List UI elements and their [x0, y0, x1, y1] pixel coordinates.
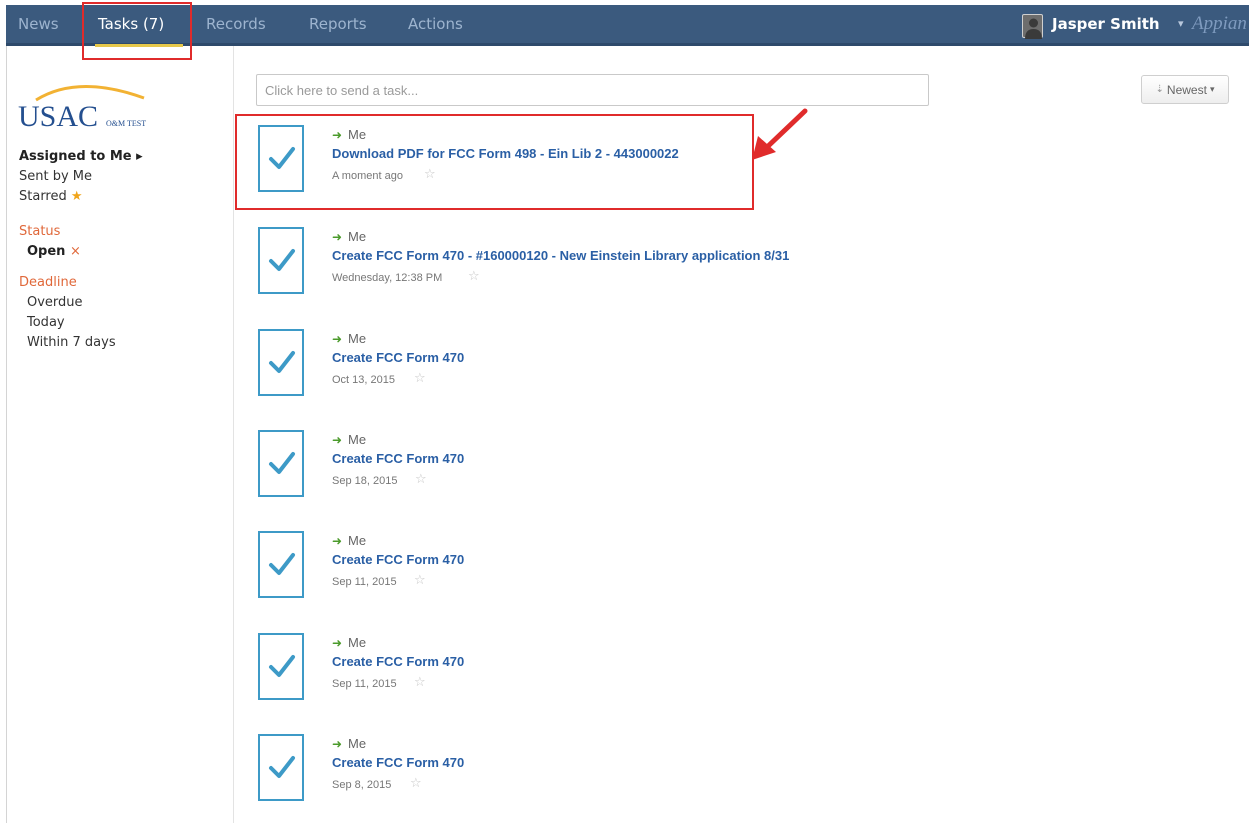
task-title-link[interactable]: Create FCC Form 470	[332, 654, 464, 669]
user-name-menu[interactable]: Jasper Smith	[1052, 5, 1160, 43]
task-check-icon	[258, 430, 306, 498]
chevron-down-icon[interactable]: ▾	[1178, 5, 1184, 43]
task-timestamp: Sep 11, 2015	[332, 576, 397, 588]
task-recipient: Me	[348, 127, 367, 142]
logo-subtext: O&M TEST	[106, 119, 146, 128]
top-nav-bar: News Tasks (7) Records Reports Actions J…	[6, 5, 1249, 47]
task-timestamp: Sep 8, 2015	[332, 779, 392, 791]
star-outline-icon[interactable]: ☆	[414, 573, 426, 588]
task-title-link[interactable]: Create FCC Form 470	[332, 755, 464, 770]
nav-tab-records[interactable]: Records	[206, 5, 266, 43]
task-timestamp: Sep 18, 2015	[332, 475, 398, 487]
user-silhouette-icon	[1025, 18, 1042, 39]
task-recipient: Me	[348, 432, 367, 447]
send-task-input[interactable]	[256, 74, 929, 106]
nav-tab-tasks[interactable]: Tasks (7)	[98, 5, 164, 43]
nav-tab-actions[interactable]: Actions	[408, 5, 463, 43]
task-recipient: Me	[348, 229, 367, 244]
deadline-heading: Deadline	[19, 275, 77, 290]
task-title-link[interactable]: Create FCC Form 470 - #160000120 - New E…	[332, 248, 789, 263]
task-timestamp: Wednesday, 12:38 PM	[332, 272, 443, 284]
task-check-icon	[258, 329, 306, 397]
star-outline-icon[interactable]: ☆	[414, 371, 426, 386]
task-item[interactable]: ➜ Me Create FCC Form 470 - #160000120 - …	[258, 227, 898, 297]
remove-filter-icon[interactable]: ×	[70, 244, 81, 259]
nav-tab-reports[interactable]: Reports	[309, 5, 367, 43]
sort-icon: ⇣	[1155, 84, 1164, 95]
task-check-icon	[258, 227, 306, 295]
status-heading: Status	[19, 224, 61, 239]
chevron-down-icon: ▾	[1209, 84, 1215, 94]
star-outline-icon[interactable]: ☆	[468, 269, 480, 284]
task-timestamp: Oct 13, 2015	[332, 374, 395, 386]
task-title-link[interactable]: Download PDF for FCC Form 498 - Ein Lib …	[332, 146, 679, 161]
star-outline-icon[interactable]: ☆	[424, 167, 436, 182]
task-timestamp: A moment ago	[332, 170, 403, 182]
deadline-within-7-days[interactable]: Within 7 days	[27, 335, 116, 350]
brand-logo: Appian	[1192, 13, 1247, 34]
arrow-right-icon: ➜	[332, 332, 343, 346]
task-check-icon	[258, 531, 306, 599]
usac-logo: USAC O&M TEST	[18, 80, 158, 133]
task-item[interactable]: ➜ Me Create FCC Form 470 Sep 11, 2015 ☆	[258, 633, 898, 703]
status-filter-open[interactable]: Open ×	[27, 244, 81, 259]
arrow-right-icon: ➜	[332, 128, 343, 142]
sort-newest-button[interactable]: ⇣ Newest ▾	[1141, 75, 1229, 104]
arrow-right-icon: ➜	[332, 230, 343, 244]
task-recipient: Me	[348, 635, 367, 650]
task-timestamp: Sep 11, 2015	[332, 678, 397, 690]
avatar[interactable]	[1022, 14, 1043, 39]
arrow-right-icon: ➜	[332, 433, 343, 447]
task-check-icon	[258, 734, 306, 802]
logo-swoosh-icon: USAC O&M TEST	[18, 85, 146, 133]
star-outline-icon[interactable]: ☆	[414, 675, 426, 690]
red-callout-arrow-icon	[752, 108, 808, 160]
filter-starred[interactable]: Starred ★	[19, 189, 83, 204]
filter-sent-by-me[interactable]: Sent by Me	[19, 169, 92, 184]
task-check-icon	[258, 125, 306, 193]
logo-text: USAC	[18, 100, 98, 132]
task-recipient: Me	[348, 533, 367, 548]
nav-tab-news[interactable]: News	[18, 5, 59, 43]
task-item[interactable]: ➜ Me Create FCC Form 470 Sep 8, 2015 ☆	[258, 734, 898, 804]
arrow-right-icon: ➜	[332, 534, 343, 548]
deadline-overdue[interactable]: Overdue	[27, 295, 83, 310]
task-item[interactable]: ➜ Me Create FCC Form 470 Oct 13, 2015 ☆	[258, 329, 898, 399]
task-recipient: Me	[348, 331, 367, 346]
arrow-right-icon: ➜	[332, 737, 343, 751]
task-item[interactable]: ➜ Me Create FCC Form 470 Sep 11, 2015 ☆	[258, 531, 898, 601]
status-filter-open-label: Open	[27, 244, 66, 259]
arrow-right-icon: ➜	[332, 636, 343, 650]
task-title-link[interactable]: Create FCC Form 470	[332, 350, 464, 365]
filter-assigned-to-me[interactable]: Assigned to Me ▸	[19, 149, 143, 164]
task-title-link[interactable]: Create FCC Form 470	[332, 451, 464, 466]
task-item[interactable]: ➜ Me Create FCC Form 470 Sep 18, 2015 ☆	[258, 430, 898, 500]
task-title-link[interactable]: Create FCC Form 470	[332, 552, 464, 567]
sort-label: Newest	[1166, 82, 1207, 97]
star-icon: ★	[70, 189, 83, 204]
filter-starred-label: Starred	[19, 189, 67, 204]
task-check-icon	[258, 633, 306, 701]
star-outline-icon[interactable]: ☆	[415, 472, 427, 487]
deadline-today[interactable]: Today	[27, 315, 65, 330]
task-recipient: Me	[348, 736, 367, 751]
star-outline-icon[interactable]: ☆	[410, 776, 422, 791]
